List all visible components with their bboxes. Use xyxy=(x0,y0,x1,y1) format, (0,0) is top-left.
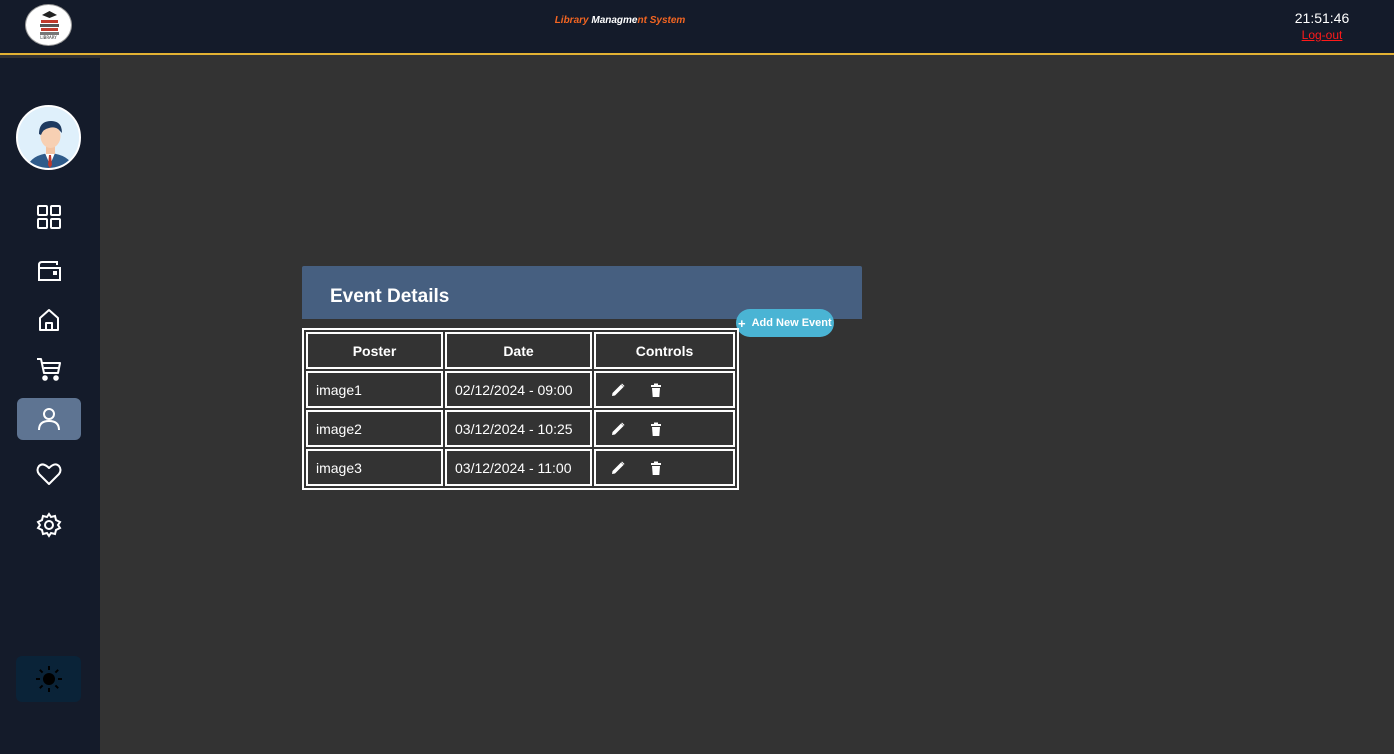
nav-dashboard[interactable] xyxy=(17,196,81,238)
trash-icon xyxy=(650,422,661,437)
delete-button[interactable] xyxy=(648,421,664,437)
delete-button[interactable] xyxy=(648,382,664,398)
edit-button[interactable] xyxy=(610,382,626,398)
poster-cell: image2 xyxy=(306,410,443,447)
user-avatar-icon xyxy=(18,107,79,168)
trash-icon xyxy=(650,461,661,476)
nav-profile[interactable] xyxy=(17,398,81,440)
nav-wallet[interactable] xyxy=(17,250,81,292)
sun-icon xyxy=(35,666,62,692)
add-new-event-button[interactable]: + Add New Event xyxy=(736,309,834,337)
table-header-row: Poster Date Controls xyxy=(306,332,735,369)
poster-cell: image1 xyxy=(306,371,443,408)
dashboard-icon xyxy=(37,205,61,229)
pencil-icon xyxy=(612,461,625,475)
plus-icon: + xyxy=(738,315,746,331)
nav-cart[interactable] xyxy=(17,348,81,390)
event-details-title: Event Details xyxy=(330,286,450,307)
date-cell: 03/12/2024 - 10:25 xyxy=(445,410,592,447)
cart-icon xyxy=(37,358,61,381)
controls-cell xyxy=(594,371,735,408)
home-icon xyxy=(39,309,59,331)
clock: 21:51:46 xyxy=(1294,10,1350,26)
wallet-icon xyxy=(38,261,61,281)
theme-toggle-button[interactable] xyxy=(16,656,81,702)
library-logo[interactable]: LIBRARY xyxy=(25,4,72,46)
trash-icon xyxy=(650,383,661,398)
nav-settings[interactable] xyxy=(17,504,81,546)
avatar[interactable] xyxy=(16,105,81,170)
edit-button[interactable] xyxy=(610,421,626,437)
column-header-poster: Poster xyxy=(306,332,443,369)
edit-button[interactable] xyxy=(610,460,626,476)
pencil-icon xyxy=(612,383,625,397)
pencil-icon xyxy=(612,422,625,436)
column-header-date: Date xyxy=(445,332,592,369)
controls-cell xyxy=(594,449,735,486)
column-header-controls: Controls xyxy=(594,332,735,369)
logo-caption: LIBRARY xyxy=(40,35,57,40)
date-cell: 02/12/2024 - 09:00 xyxy=(445,371,592,408)
controls-cell xyxy=(594,410,735,447)
app-title-part1: Library xyxy=(554,15,592,26)
table-row: image2 03/12/2024 - 10:25 xyxy=(306,410,735,447)
user-icon xyxy=(38,408,60,431)
add-new-event-label: Add New Event xyxy=(751,317,832,329)
nav-home[interactable] xyxy=(17,299,81,341)
app-title-part2: Managme xyxy=(591,15,638,26)
settings-icon xyxy=(36,512,62,538)
app-title-part3: nt System xyxy=(637,15,686,26)
nav-favorites[interactable] xyxy=(17,453,81,495)
table-row: image1 02/12/2024 - 09:00 xyxy=(306,371,735,408)
poster-cell: image3 xyxy=(306,449,443,486)
sidebar xyxy=(0,58,100,754)
table-row: image3 03/12/2024 - 11:00 xyxy=(306,449,735,486)
logout-link[interactable]: Log-out xyxy=(1290,28,1354,42)
events-table: Poster Date Controls image1 02/12/2024 -… xyxy=(302,328,739,490)
heart-icon xyxy=(36,463,62,485)
app-title: Library Managment System xyxy=(530,15,710,29)
date-cell: 03/12/2024 - 11:00 xyxy=(445,449,592,486)
delete-button[interactable] xyxy=(648,460,664,476)
top-bar: LIBRARY Library Managment System 21:51:4… xyxy=(0,0,1394,55)
